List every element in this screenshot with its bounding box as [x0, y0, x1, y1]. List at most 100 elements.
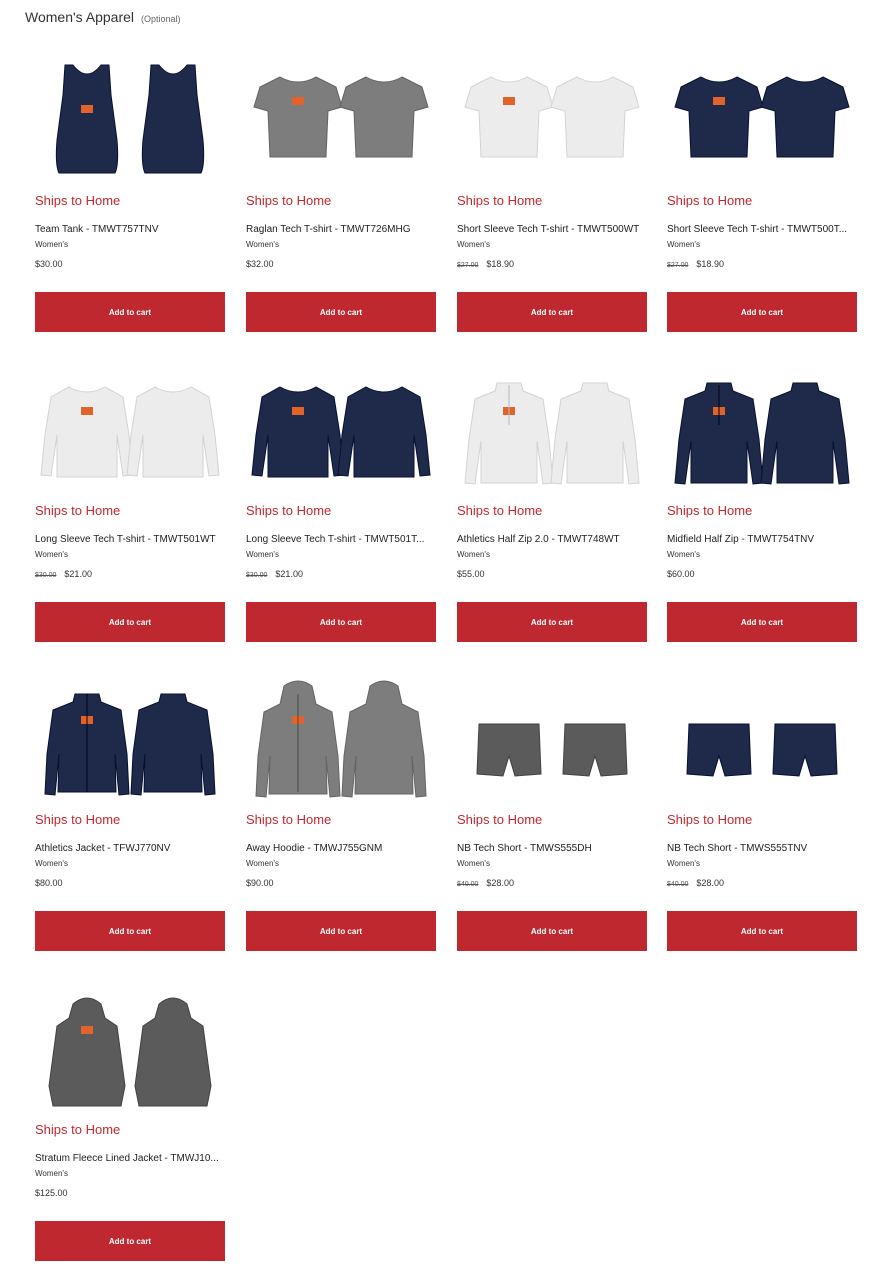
garment-illustration — [674, 382, 850, 485]
current-price: $28.00 — [486, 878, 514, 888]
product-image[interactable] — [457, 45, 647, 185]
product-name[interactable]: NB Tech Short - TMWS555TNV — [667, 843, 857, 854]
product-price: $27.00 $18.90 — [667, 259, 724, 269]
product-image[interactable] — [246, 664, 436, 804]
product-image[interactable] — [35, 355, 225, 495]
product-gender: Women's — [35, 1169, 68, 1178]
product-gender: Women's — [667, 859, 700, 868]
product-card: Ships to Home Long Sleeve Tech T-shirt - … — [246, 355, 436, 655]
garment-front — [674, 76, 764, 158]
product-gender: Women's — [457, 550, 490, 559]
ships-to-home-label: Ships to Home — [667, 812, 753, 827]
garment-back — [141, 64, 205, 174]
add-to-cart-button[interactable]: Add to cart — [35, 292, 225, 332]
product-image[interactable] — [35, 974, 225, 1114]
product-name[interactable]: Raglan Tech T-shirt - TMWT726MHG — [246, 224, 436, 235]
team-logo-icon — [713, 97, 725, 105]
ships-to-home-label: Ships to Home — [35, 1122, 121, 1137]
garment-illustration — [40, 386, 220, 478]
ships-to-home-label: Ships to Home — [457, 812, 543, 827]
product-name[interactable]: Short Sleeve Tech T-shirt - TMWT500WT — [457, 224, 647, 235]
current-price: $28.00 — [696, 878, 724, 888]
product-name[interactable]: Away Hoodie - TMWJ755GNM — [246, 843, 436, 854]
product-image[interactable] — [246, 45, 436, 185]
product-card: Ships to Home Athletics Half Zip 2.0 - TM… — [457, 355, 647, 655]
garment-illustration — [251, 386, 431, 478]
product-image[interactable] — [667, 664, 857, 804]
current-price: $80.00 — [35, 878, 63, 888]
team-logo-icon — [81, 1026, 93, 1034]
garment-front — [251, 386, 345, 478]
add-to-cart-button[interactable]: Add to cart — [457, 292, 647, 332]
current-price: $55.00 — [457, 569, 485, 579]
team-logo-icon — [81, 105, 93, 113]
garment-illustration — [464, 382, 640, 485]
team-logo-icon — [503, 97, 515, 105]
product-card: Ships to Home Short Sleeve Tech T-shirt -… — [667, 45, 857, 345]
product-name[interactable]: NB Tech Short - TMWS555DH — [457, 843, 647, 854]
current-price: $18.90 — [696, 259, 724, 269]
garment-front — [464, 76, 554, 158]
product-name[interactable]: Long Sleeve Tech T-shirt - TMWT501WT — [35, 534, 225, 545]
product-name[interactable]: Athletics Jacket - TFWJ770NV — [35, 843, 225, 854]
garment-back — [550, 76, 640, 158]
product-name[interactable]: Stratum Fleece Lined Jacket - TMWJ10... — [35, 1153, 225, 1164]
add-to-cart-button[interactable]: Add to cart — [246, 911, 436, 951]
add-to-cart-button[interactable]: Add to cart — [667, 911, 857, 951]
product-image[interactable] — [246, 355, 436, 495]
original-price: $40.00 — [457, 881, 479, 888]
product-image[interactable] — [457, 355, 647, 495]
product-price: $60.00 — [667, 569, 695, 579]
garment-front — [253, 76, 343, 158]
add-to-cart-button[interactable]: Add to cart — [457, 911, 647, 951]
product-price: $90.00 — [246, 878, 274, 888]
optional-label: (Optional) — [141, 14, 181, 24]
section-heading: Women's Apparel (Optional) — [25, 9, 181, 25]
product-card: Ships to Home Midfield Half Zip - TMWT754… — [667, 355, 857, 655]
product-card: Ships to Home Long Sleeve Tech T-shirt - … — [35, 355, 225, 655]
garment-front — [686, 723, 752, 777]
product-gender: Women's — [246, 550, 279, 559]
ships-to-home-label: Ships to Home — [35, 503, 121, 518]
product-name[interactable]: Athletics Half Zip 2.0 - TMWT748WT — [457, 534, 647, 545]
add-to-cart-button[interactable]: Add to cart — [667, 602, 857, 642]
product-card: Ships to Home Stratum Fleece Lined Jacket… — [35, 974, 225, 1274]
original-price: $27.00 — [667, 262, 689, 269]
add-to-cart-button[interactable]: Add to cart — [35, 602, 225, 642]
add-to-cart-button[interactable]: Add to cart — [246, 292, 436, 332]
add-to-cart-button[interactable]: Add to cart — [35, 1221, 225, 1261]
original-price: $27.00 — [457, 262, 479, 269]
garment-illustration — [686, 723, 838, 777]
add-to-cart-button[interactable]: Add to cart — [35, 911, 225, 951]
team-logo-icon — [292, 97, 304, 105]
product-image[interactable] — [35, 45, 225, 185]
product-name[interactable]: Short Sleeve Tech T-shirt - TMWT500T... — [667, 224, 857, 235]
ships-to-home-label: Ships to Home — [246, 812, 332, 827]
product-image[interactable] — [667, 45, 857, 185]
product-name[interactable]: Team Tank - TMWT757TNV — [35, 224, 225, 235]
garment-back — [562, 723, 628, 777]
product-name[interactable]: Long Sleeve Tech T-shirt - TMWT501T... — [246, 534, 436, 545]
product-card: Ships to Home Away Hoodie - TMWJ755GNM Wom… — [246, 664, 436, 964]
team-logo-icon — [292, 407, 304, 415]
add-to-cart-button[interactable]: Add to cart — [667, 292, 857, 332]
product-image[interactable] — [35, 664, 225, 804]
add-to-cart-button[interactable]: Add to cart — [457, 602, 647, 642]
product-image[interactable] — [457, 664, 647, 804]
product-gender: Women's — [246, 859, 279, 868]
section-title: Women's Apparel — [25, 9, 135, 25]
current-price: $21.00 — [64, 569, 92, 579]
product-name[interactable]: Midfield Half Zip - TMWT754TNV — [667, 534, 857, 545]
garment-back — [126, 386, 220, 478]
product-gender: Women's — [35, 859, 68, 868]
product-card: Ships to Home NB Tech Short - TMWS555DH Wo… — [457, 664, 647, 964]
garment-illustration — [253, 76, 429, 158]
add-to-cart-button[interactable]: Add to cart — [246, 602, 436, 642]
garment-illustration — [476, 723, 628, 777]
product-image[interactable] — [667, 355, 857, 495]
garment-back — [130, 693, 216, 796]
product-card: Ships to Home NB Tech Short - TMWS555TNV W… — [667, 664, 857, 964]
garment-front — [48, 997, 126, 1107]
current-price: $18.90 — [486, 259, 514, 269]
original-price: $30.00 — [246, 572, 268, 579]
